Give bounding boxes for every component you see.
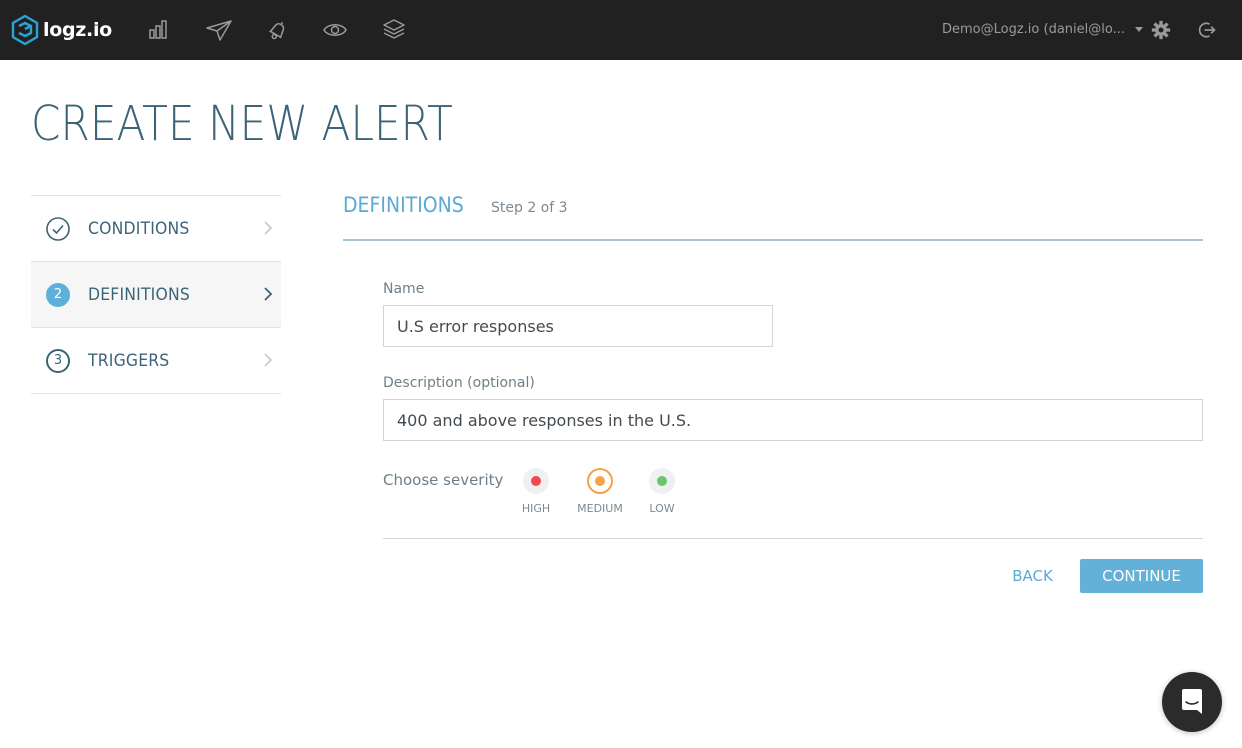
name-input[interactable] (383, 305, 773, 347)
logout-icon[interactable] (1197, 20, 1217, 40)
description-input[interactable] (383, 399, 1203, 441)
name-label: Name (383, 281, 425, 297)
chat-launcher-button[interactable] (1162, 672, 1222, 732)
step-triggers[interactable]: 3 TRIGGERS (31, 328, 281, 394)
page-title: CREATE NEW ALERT (31, 96, 453, 152)
severity-high[interactable]: HIGH (506, 468, 566, 515)
step-label: DEFINITIONS (88, 284, 190, 305)
severity-text: MEDIUM (577, 502, 623, 515)
chat-icon (1182, 689, 1202, 714)
top-navigation-bar: logz.io Demo@Logz.io (daniel@lo... (0, 0, 1242, 60)
severity-label: Choose severity (383, 471, 504, 489)
caret-down-icon (1134, 27, 1143, 32)
severity-low[interactable]: LOW (632, 468, 692, 515)
brand-name: logz.io (43, 19, 112, 41)
check-circle-icon (46, 216, 70, 241)
chevron-right-icon (264, 287, 273, 301)
account-dropdown[interactable]: Demo@Logz.io (daniel@lo... (942, 22, 1143, 37)
chevron-right-icon (264, 353, 273, 367)
chevron-right-icon (264, 221, 273, 235)
step-number-badge: 3 (46, 348, 70, 373)
severity-radio[interactable] (587, 468, 613, 494)
eye-icon[interactable] (323, 18, 347, 42)
step-definitions[interactable]: 2 DEFINITIONS (31, 262, 281, 328)
layers-icon[interactable] (382, 18, 406, 42)
severity-radio[interactable] (523, 468, 549, 494)
form-divider (383, 538, 1203, 539)
severity-dot (657, 476, 667, 486)
wizard-steps: CONDITIONS 2 DEFINITIONS 3 TRIGGERS (31, 195, 281, 394)
severity-text: HIGH (521, 502, 551, 515)
account-label: Demo@Logz.io (daniel@lo... (942, 22, 1125, 37)
step-label: TRIGGERS (88, 350, 170, 371)
step-number-badge: 2 (46, 282, 70, 307)
bell-icon[interactable] (266, 18, 290, 42)
severity-dot (595, 476, 605, 486)
severity-medium[interactable]: MEDIUM (570, 468, 630, 515)
severity-radio[interactable] (649, 468, 675, 494)
step-conditions[interactable]: CONDITIONS (31, 196, 281, 262)
continue-button[interactable]: CONTINUE (1080, 559, 1203, 593)
logo[interactable]: logz.io (11, 14, 112, 46)
step-label: CONDITIONS (88, 218, 190, 239)
gear-icon[interactable] (1151, 20, 1171, 40)
logz-cube-icon (11, 14, 39, 46)
bar-chart-icon[interactable] (146, 18, 170, 42)
step-indicator: Step 2 of 3 (491, 200, 568, 216)
paper-plane-icon[interactable] (205, 18, 233, 42)
severity-text: LOW (649, 502, 675, 515)
severity-dot (531, 476, 541, 486)
section-header: DEFINITIONS Step 2 of 3 (343, 192, 1203, 241)
section-title: DEFINITIONS (343, 193, 464, 217)
back-button[interactable]: BACK (1005, 560, 1060, 592)
description-label: Description (optional) (383, 375, 535, 391)
